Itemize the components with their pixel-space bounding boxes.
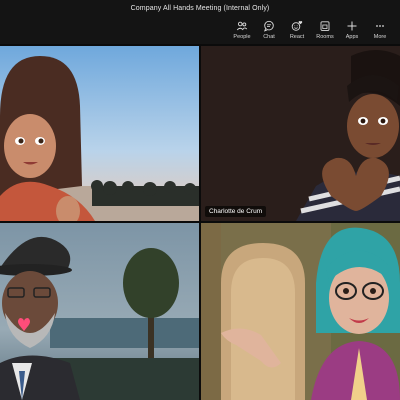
apps-icon (347, 21, 357, 31)
meeting-toolbar: People Chat React Rooms Apps More (0, 16, 400, 44)
rooms-label: Rooms (316, 34, 334, 40)
more-label: More (373, 34, 387, 40)
chat-label: Chat (263, 34, 275, 40)
react-button[interactable]: React (284, 18, 310, 42)
people-button[interactable]: People (229, 18, 255, 42)
chat-button[interactable]: Chat (256, 18, 282, 42)
people-label: People (233, 34, 251, 40)
avatar-video-feed (0, 46, 199, 221)
people-icon (236, 21, 248, 31)
avatar-video-feed (201, 46, 400, 221)
video-tile-4[interactable] (201, 223, 400, 400)
avatar-video-feed (201, 223, 400, 400)
rooms-button[interactable]: Rooms (312, 18, 338, 42)
apps-button[interactable]: Apps (339, 18, 365, 42)
rooms-icon (320, 21, 330, 31)
video-tile-3[interactable] (0, 223, 199, 400)
more-icon (376, 25, 384, 27)
avatar-video-feed (0, 223, 199, 400)
more-button[interactable]: More (367, 18, 393, 42)
react-icon (291, 20, 303, 31)
chat-icon (264, 20, 274, 32)
video-tile-2[interactable]: Charlotte de Crum (201, 46, 400, 221)
video-tile-1[interactable] (0, 46, 199, 221)
title-bar: Company All Hands Meeting (Internal Only… (0, 0, 400, 16)
meeting-title: Company All Hands Meeting (Internal Only… (130, 4, 270, 12)
participant-name: Charlotte de Crum (205, 206, 267, 217)
react-label: React (289, 34, 305, 40)
apps-label: Apps (345, 34, 359, 40)
